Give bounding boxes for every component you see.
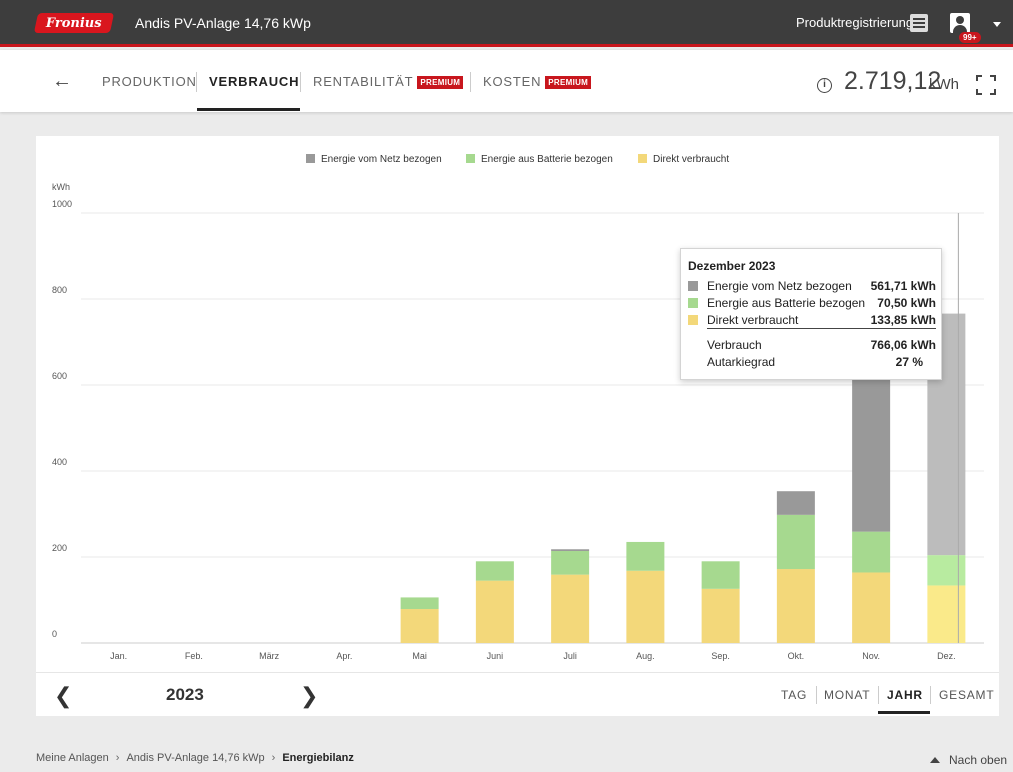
breadcrumb-item-anlage[interactable]: Andis PV-Anlage 14,76 kWp <box>126 752 264 764</box>
y-tick-label: 400 <box>52 457 67 467</box>
y-tick-label: 1000 <box>52 199 72 209</box>
breadcrumb-separator-icon: › <box>115 752 120 764</box>
navigation-bar: ← PRODUKTION VERBRAUCH RENTABILITÄT PREMI… <box>0 50 1013 112</box>
fullscreen-icon[interactable] <box>976 75 996 95</box>
period-gesamt[interactable]: GESAMT <box>939 688 994 702</box>
tab-divider <box>300 72 301 92</box>
tooltip-divider <box>707 328 936 329</box>
tooltip-row-grid: Energie vom Netz bezogen 561,71 kWh <box>688 278 936 294</box>
total-consumption-value: 2.719,12 <box>844 67 942 95</box>
consumption-bar-chart[interactable]: kWh 0 200 400 600 800 1000 Jan. Feb. März Apr. Mai J… <box>36 136 999 672</box>
system-title: Andis PV-Anlage 14,76 kWp <box>135 15 311 31</box>
fronius-logo[interactable]: Fronius <box>33 13 115 33</box>
y-tick-label: 600 <box>52 371 67 381</box>
info-icon[interactable]: i <box>817 78 832 93</box>
bar-direct[interactable] <box>927 585 966 643</box>
next-year-chevron-icon[interactable]: ❯ <box>300 684 318 708</box>
bar-battery[interactable] <box>927 555 966 586</box>
x-tick-label: Nov. <box>862 651 880 661</box>
bar-battery[interactable] <box>776 514 815 570</box>
x-tick-label: Feb. <box>185 651 203 661</box>
x-tick-label: Aug. <box>636 651 655 661</box>
bar-battery[interactable] <box>475 561 514 581</box>
period-monat[interactable]: MONAT <box>824 688 870 702</box>
bar-direct[interactable] <box>626 570 665 643</box>
breadcrumb: Meine Anlagen › Andis PV-Anlage 14,76 kWp ›… <box>36 752 354 764</box>
tooltip-title: Dezember 2023 <box>688 259 776 273</box>
bar-direct[interactable] <box>400 609 439 643</box>
breadcrumb-item-current: Energiebilanz <box>282 752 354 764</box>
tab-divider <box>470 72 471 92</box>
y-axis-label: kWh <box>52 182 70 192</box>
y-tick-label: 800 <box>52 285 67 295</box>
premium-badge: PREMIUM <box>417 76 464 89</box>
bar-battery[interactable] <box>852 531 891 573</box>
bar-direct[interactable] <box>701 588 740 643</box>
tab-divider <box>196 72 197 92</box>
x-tick-label: März <box>259 651 279 661</box>
chart-tooltip: Dezember 2023 Energie vom Netz bezogen 5… <box>680 248 942 380</box>
y-tick-label: 200 <box>52 543 67 553</box>
bar-direct[interactable] <box>551 574 590 643</box>
arrow-up-icon <box>930 757 940 763</box>
tab-verbrauch[interactable]: VERBRAUCH <box>209 74 299 89</box>
period-divider <box>816 686 817 704</box>
back-arrow-icon[interactable]: ← <box>52 70 72 93</box>
tab-kosten[interactable]: KOSTEN PREMIUM <box>483 74 592 89</box>
period-jahr[interactable]: JAHR <box>887 688 923 702</box>
notification-badge: 99+ <box>959 32 981 43</box>
period-divider <box>930 686 931 704</box>
card-divider <box>36 672 999 673</box>
previous-year-chevron-icon[interactable]: ❮ <box>54 684 72 708</box>
tooltip-row-battery: Energie aus Batterie bezogen 70,50 kWh <box>688 295 936 311</box>
chart-card: Energie vom Netz bezogen Energie aus Bat… <box>36 136 999 716</box>
bar-grid[interactable] <box>776 491 815 515</box>
bar-direct[interactable] <box>852 572 891 643</box>
breadcrumb-separator-icon: › <box>271 752 276 764</box>
bar-grid[interactable] <box>852 367 891 532</box>
back-to-top-link[interactable]: Nach oben <box>930 753 1007 767</box>
bar-direct[interactable] <box>776 569 815 643</box>
x-tick-label: Juli <box>563 651 577 661</box>
tooltip-row-direct: Direkt verbraucht 133,85 kWh <box>688 312 936 328</box>
account-dropdown-icon[interactable] <box>993 22 1001 27</box>
x-tick-label: Juni <box>487 651 504 661</box>
bar-battery[interactable] <box>400 597 439 610</box>
bar-grid[interactable] <box>551 549 590 551</box>
user-account-icon[interactable] <box>950 13 970 33</box>
registration-icon[interactable] <box>910 14 928 32</box>
x-tick-label: Dez. <box>937 651 956 661</box>
period-tag[interactable]: TAG <box>781 688 807 702</box>
x-tick-label: Okt. <box>788 651 805 661</box>
bar-direct[interactable] <box>475 580 514 643</box>
tooltip-row-autarky: Autarkiegrad 27 % <box>707 355 923 369</box>
tab-rentabilitaet[interactable]: RENTABILITÄT PREMIUM <box>313 74 464 89</box>
bar-battery[interactable] <box>701 561 740 589</box>
selected-year: 2023 <box>166 685 204 704</box>
product-registration-link[interactable]: Produktregistrierung <box>796 15 913 30</box>
tooltip-row-consumption: Verbrauch 766,06 kWh <box>707 338 936 352</box>
y-tick-label: 0 <box>52 629 57 639</box>
premium-badge: PREMIUM <box>545 76 592 89</box>
bar-battery[interactable] <box>551 550 590 575</box>
top-bar: Fronius Andis PV-Anlage 14,76 kWp Produk… <box>0 0 1013 47</box>
active-tab-indicator <box>197 108 300 111</box>
total-consumption-unit: kWh <box>929 76 959 93</box>
active-period-indicator <box>878 711 930 714</box>
x-tick-label: Mai <box>412 651 427 661</box>
tab-produktion[interactable]: PRODUKTION <box>102 74 197 89</box>
x-tick-label: Sep. <box>711 651 730 661</box>
x-tick-label: Jan. <box>110 651 127 661</box>
x-tick-label: Apr. <box>336 651 352 661</box>
period-divider <box>878 686 879 704</box>
bar-battery[interactable] <box>626 541 665 571</box>
breadcrumb-item-meine-anlagen[interactable]: Meine Anlagen <box>36 752 109 764</box>
